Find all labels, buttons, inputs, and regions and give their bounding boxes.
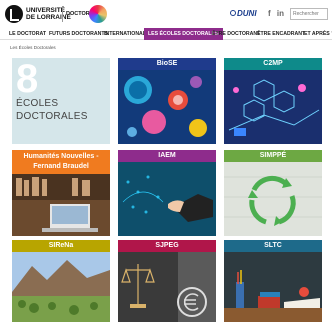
c2mp-image (224, 70, 322, 144)
sjpeg-image (118, 252, 216, 322)
tile-title: SLTC (224, 240, 322, 252)
universite-de-lorraine-logo[interactable] (5, 5, 23, 23)
tile-humanites-nouvelles[interactable]: Humanités Nouvelles - Fernand Braudel (12, 150, 110, 236)
tile-title: C2MP (224, 58, 322, 70)
nav-international[interactable]: INTERNATIONAL (104, 28, 146, 40)
tile-sirena[interactable]: SIReNa (12, 240, 110, 322)
sltc-image (224, 252, 322, 322)
tile-sjpeg[interactable]: SJPEG (118, 240, 216, 322)
nav-et-apres[interactable]: ET APRÈS ? (304, 28, 332, 40)
breadcrumb[interactable]: Les Écoles Doctorales (10, 45, 56, 50)
iaem-image (118, 162, 216, 236)
tile-simppe[interactable]: SIMPPÉ (224, 150, 322, 236)
nav-le-doctorat[interactable]: LE DOCTORAT (9, 28, 46, 40)
facebook-icon[interactable]: f (268, 9, 271, 18)
nav-les-ecoles-doctorales[interactable]: LES ÉCOLES DOCTORALES (144, 28, 223, 40)
sirena-image (12, 252, 110, 322)
ecoles-doctorales-heading: ÉCOLES DOCTORALES (16, 97, 88, 123)
university-name-line1: UNIVERSITÉ (26, 7, 66, 14)
site-header: UNIVERSITÉ DE LORRAINE DOCTORAT DUNI f i… (0, 0, 332, 28)
nav-futurs-doctorants[interactable]: FUTURS DOCTORANTS (49, 28, 108, 40)
ecoles-doctorales-count-tile: 8 ÉCOLES DOCTORALES (12, 58, 110, 144)
duni-logo-icon (230, 10, 236, 16)
tile-title: SIMPPÉ (224, 150, 322, 162)
heading-line2: DOCTORALES (16, 111, 88, 122)
humanites-image (12, 174, 110, 236)
tile-sltc[interactable]: SLTC (224, 240, 322, 322)
nav-etre-encadrant[interactable]: ÊTRE ENCADRANT (257, 28, 305, 40)
tile-title: Humanités Nouvelles - Fernand Braudel (12, 150, 110, 174)
tile-c2mp[interactable]: C2MP (224, 58, 322, 144)
tile-title: SJPEG (118, 240, 216, 252)
university-name-line2: DE LORRAINE (26, 14, 71, 21)
tile-title: IAEM (118, 150, 216, 162)
header-divider (62, 6, 63, 22)
ecoles-count: 8 (16, 58, 39, 101)
tile-biose[interactable]: BioSE (118, 58, 216, 144)
duni-brand[interactable]: DUNI (237, 9, 257, 18)
tile-iaem[interactable]: IAEM (118, 150, 216, 236)
biose-image (118, 70, 216, 144)
main-nav: LE DOCTORAT FUTURS DOCTORANTS INTERNATIO… (0, 28, 332, 40)
tile-title: BioSE (118, 58, 216, 70)
heading-line1: ÉCOLES (16, 98, 59, 109)
university-name[interactable]: UNIVERSITÉ DE LORRAINE (26, 7, 71, 21)
social-links: f in (268, 9, 284, 18)
simppe-image (224, 162, 322, 236)
linkedin-icon[interactable]: in (277, 9, 284, 18)
search-input[interactable] (290, 8, 328, 20)
doctorat-rainbow-logo-icon[interactable] (89, 5, 107, 23)
nav-etre-doctorant[interactable]: ÊTRE DOCTORANT (212, 28, 260, 40)
tile-title: SIReNa (12, 240, 110, 252)
